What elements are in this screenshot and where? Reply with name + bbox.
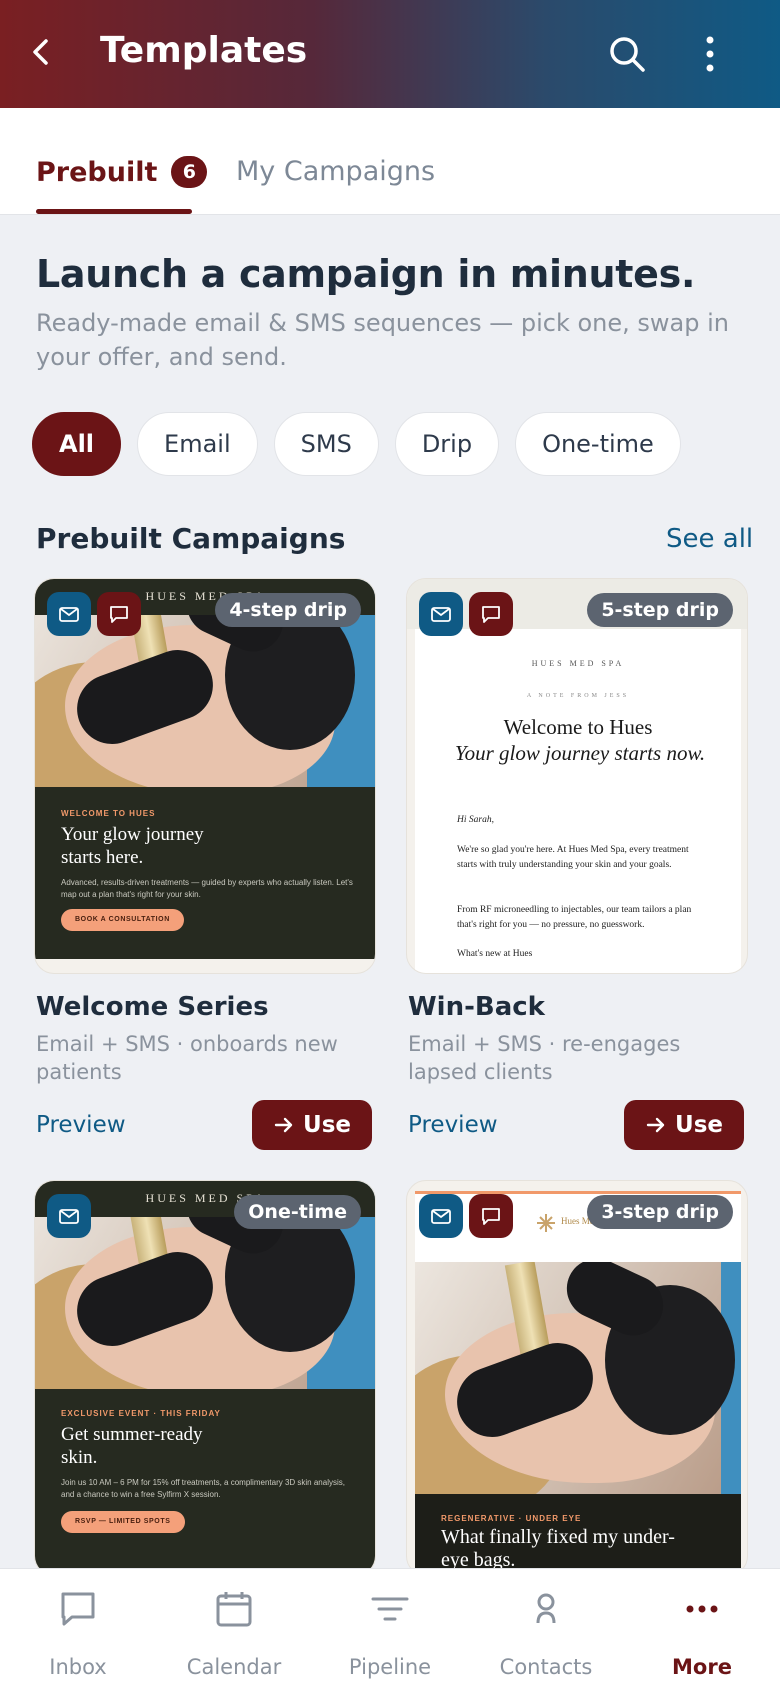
thumb-headline: What finally fixed my under-eye bags.: [441, 1526, 675, 1571]
back-arrow-icon[interactable]: [22, 32, 62, 72]
card-title: Welcome Series: [36, 992, 269, 1022]
thumb-letter: HUES MED SPA A NOTE FROM JESS Welcome to…: [415, 629, 741, 973]
card-description: Email + SMS · onboards new patients: [36, 1032, 338, 1084]
use-button-label: Use: [675, 1112, 723, 1138]
chat-icon: [61, 1592, 95, 1626]
nav-item-inbox[interactable]: Inbox: [8, 1569, 148, 1688]
sms-icon: [469, 1194, 513, 1238]
thumb-greeting: Hi Sarah,: [457, 815, 494, 825]
filter-chips: All Email SMS Drip One-time: [32, 412, 681, 478]
filter-icon: [371, 1597, 409, 1621]
thumb-subhead: Your glow journey starts now.: [454, 741, 706, 765]
channel-icons: [47, 592, 141, 636]
template-thumbnail-under-eye[interactable]: Hues Med Spa REGENERATIVE · UNDER EYE Wh…: [406, 1180, 748, 1576]
filter-chip-drip[interactable]: Drip: [394, 412, 500, 476]
email-icon: [419, 592, 463, 636]
page-title: Templates: [100, 30, 308, 71]
thumb-cta: BOOK A CONSULTATION: [61, 909, 184, 931]
card-title: Win-Back: [408, 992, 545, 1022]
thumb-kicker: WELCOME TO HUES: [61, 809, 156, 818]
nav-label: More: [672, 1655, 732, 1679]
email-icon: [47, 592, 91, 636]
step-count-badge: 4-step drip: [215, 593, 361, 627]
count-badge: 6: [171, 156, 208, 188]
thumb-note: A NOTE FROM JESS: [526, 693, 630, 699]
nav-label: Contacts: [499, 1655, 593, 1679]
nav-item-calendar[interactable]: Calendar: [164, 1569, 304, 1688]
thumb-content-panel: EXCLUSIVE EVENT · THIS FRIDAY Get summer…: [35, 1389, 375, 1575]
thumb-headline: Your glow journey starts here.: [61, 824, 204, 868]
nav-label: Inbox: [49, 1655, 107, 1679]
filter-chip-all[interactable]: All: [32, 412, 122, 476]
thumb-headline: Get summer-ready skin.: [61, 1424, 203, 1468]
thumb-content-panel: REGENERATIVE · UNDER EYE What finally fi…: [415, 1494, 741, 1575]
bottom-navigation: Inbox Calendar Pipeline Contacts More: [0, 1568, 780, 1688]
filter-chip-email[interactable]: Email: [137, 412, 258, 476]
arrow-right-icon: [274, 1117, 293, 1133]
arrow-right-icon: [646, 1117, 665, 1133]
step-count-badge: 5-step drip: [587, 593, 733, 627]
use-button[interactable]: Use: [624, 1100, 744, 1150]
calendar-icon: [216, 1592, 252, 1627]
nav-label: Pipeline: [348, 1655, 432, 1679]
template-thumbnail-event[interactable]: HUES MED SPA EXCLUSIVE EVENT · THIS FRID…: [34, 1180, 376, 1576]
hero-title: Launch a campaign in minutes.: [36, 252, 696, 296]
step-count-badge: 3-step drip: [587, 1195, 733, 1229]
preview-link[interactable]: Preview: [36, 1112, 126, 1138]
thumb-kicker: EXCLUSIVE EVENT · THIS FRIDAY: [61, 1409, 221, 1418]
nav-item-contacts[interactable]: Contacts: [476, 1569, 616, 1688]
filter-chip-one-time[interactable]: One-time: [515, 412, 681, 476]
nav-label: Calendar: [186, 1655, 282, 1679]
person-icon: [536, 1593, 556, 1624]
use-button-label: Use: [303, 1112, 351, 1138]
preview-link[interactable]: Preview: [408, 1112, 498, 1138]
spa-treatment-photo: [415, 1262, 741, 1494]
spa-logo-icon: [537, 1214, 555, 1232]
template-thumbnail-welcome-series[interactable]: HUES MED SPA WELCOME TO HUES Your glow j…: [34, 578, 376, 974]
thumb-paragraph: We're so glad you're here. At Hues Med S…: [457, 845, 689, 870]
channel-icons: [47, 1194, 91, 1238]
app-bar: Templates: [0, 0, 780, 108]
nav-item-pipeline[interactable]: Pipeline: [320, 1569, 460, 1688]
active-tab-indicator: [36, 209, 192, 214]
card-description: Email + SMS · re-engages lapsed clients: [408, 1032, 681, 1084]
email-icon: [47, 1194, 91, 1238]
thumb-cta: RSVP — LIMITED SPOTS: [61, 1511, 185, 1533]
thumb-paragraph: From RF microneedling to injectables, ou…: [457, 905, 692, 930]
search-icon[interactable]: [605, 32, 649, 76]
tab-prebuilt-label: Prebuilt: [36, 157, 158, 188]
thumb-kicker: REGENERATIVE · UNDER EYE: [441, 1514, 582, 1523]
thumb-content-panel: WELCOME TO HUES Your glow journey starts…: [35, 787, 375, 959]
sms-icon: [469, 592, 513, 636]
tab-prebuilt[interactable]: Prebuilt 6: [36, 156, 208, 188]
tab-my-campaigns[interactable]: My Campaigns: [236, 156, 435, 187]
sms-icon: [97, 592, 141, 636]
tab-bar: Prebuilt 6 My Campaigns: [0, 108, 780, 215]
hero-subtitle: Ready-made email & SMS sequences — pick …: [36, 309, 729, 371]
thumb-paragraph: What's new at Hues: [457, 949, 533, 959]
filter-chip-sms[interactable]: SMS: [273, 412, 379, 476]
more-dots-icon: [686, 1605, 718, 1613]
email-icon: [419, 1194, 463, 1238]
step-count-badge: One-time: [234, 1195, 361, 1229]
channel-icons: [419, 592, 513, 636]
section-title: Prebuilt Campaigns: [36, 522, 346, 555]
thumb-body: Advanced, results-driven treatments — gu…: [61, 878, 353, 899]
use-button[interactable]: Use: [252, 1100, 372, 1150]
thumb-brand: HUES MED SPA: [531, 659, 625, 668]
nav-item-more[interactable]: More: [632, 1569, 772, 1688]
template-thumbnail-win-back[interactable]: HUES MED SPA A NOTE FROM JESS Welcome to…: [406, 578, 748, 974]
thumb-body: Join us 10 AM – 6 PM for 15% off treatme…: [61, 1478, 345, 1499]
overflow-menu-icon[interactable]: [690, 32, 730, 76]
thumb-headline: Welcome to Hues: [503, 715, 653, 739]
channel-icons: [419, 1194, 513, 1238]
see-all-link[interactable]: See all: [666, 524, 753, 554]
